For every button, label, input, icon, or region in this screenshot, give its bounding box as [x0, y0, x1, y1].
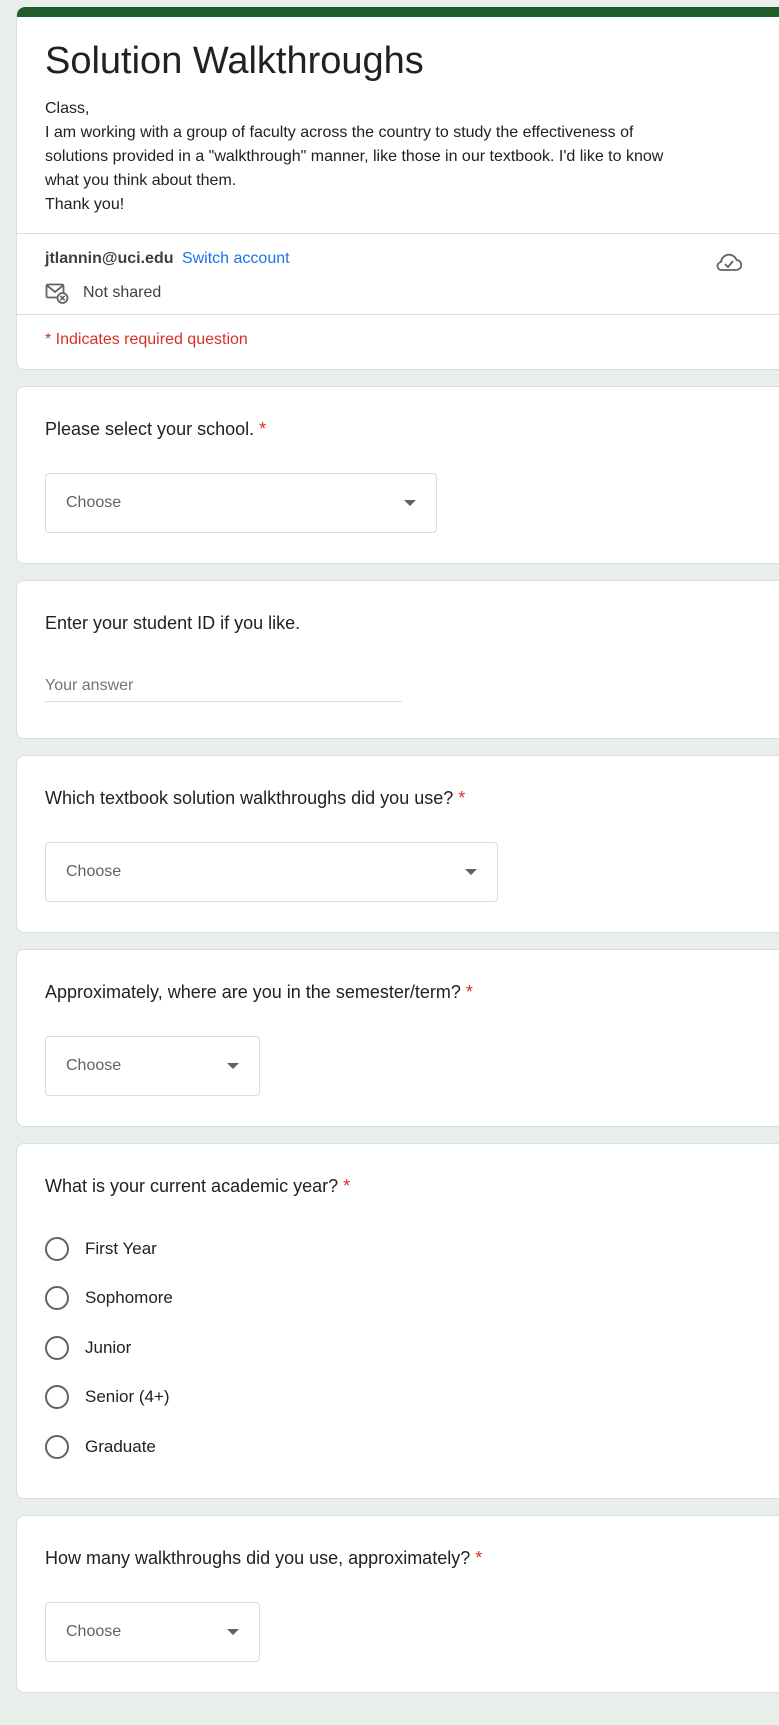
radio-option-junior[interactable]: Junior	[45, 1323, 767, 1373]
academic-year-radio-group: First Year Sophomore Junior Senior (4+) …	[45, 1224, 767, 1472]
required-asterisk: *	[475, 1547, 483, 1568]
question-title: Which textbook solution walkthroughs did…	[45, 786, 767, 810]
radio-label: Graduate	[85, 1436, 156, 1456]
question-title: How many walkthroughs did you use, appro…	[45, 1546, 767, 1570]
switch-account-link[interactable]: Switch account	[182, 250, 290, 267]
semester-dropdown[interactable]: Choose	[45, 1036, 260, 1096]
question-academic-year-card: What is your current academic year? * Fi…	[16, 1143, 779, 1499]
form-description: Class, I am working with a group of facu…	[45, 97, 767, 217]
question-school-card: Please select your school. * Choose	[16, 386, 779, 564]
radio-label: Sophomore	[85, 1288, 173, 1308]
question-text: What is your current academic year?	[45, 1176, 339, 1196]
caret-down-icon	[404, 500, 416, 506]
required-asterisk: *	[465, 982, 473, 1002]
radio-label: Junior	[85, 1337, 132, 1357]
question-walkthroughs-card: Which textbook solution walkthroughs did…	[16, 755, 779, 933]
radio-button-icon[interactable]	[45, 1286, 69, 1311]
radio-option-first-year[interactable]: First Year	[45, 1224, 767, 1274]
description-line: Class,	[45, 100, 90, 117]
dropdown-value: Choose	[66, 863, 122, 880]
description-line: I am working with a group of faculty acr…	[45, 124, 634, 141]
mail-not-shared-icon	[45, 283, 69, 304]
account-section: jtlannin@uci.edu Switch account Not shar…	[17, 233, 779, 314]
required-note: * Indicates required question	[17, 314, 779, 369]
required-asterisk: *	[343, 1176, 351, 1196]
radio-button-icon[interactable]	[45, 1236, 69, 1261]
radio-label: First Year	[85, 1238, 157, 1258]
radio-label: Senior (4+)	[85, 1387, 170, 1407]
shared-status: Not shared	[83, 284, 162, 301]
caret-down-icon	[465, 869, 477, 875]
question-student-id-card: Enter your student ID if you like.	[16, 580, 779, 739]
description-line: solutions provided in a "walkthrough" ma…	[45, 148, 664, 165]
question-title: Please select your school. *	[45, 417, 767, 441]
question-text: Please select your school.	[45, 419, 255, 439]
form-title: Solution Walkthroughs	[45, 40, 424, 82]
required-asterisk: *	[458, 788, 466, 808]
radio-button-icon[interactable]	[45, 1385, 69, 1410]
radio-button-icon[interactable]	[45, 1434, 69, 1459]
walkthroughs-dropdown[interactable]: Choose	[45, 842, 498, 902]
radio-option-graduate[interactable]: Graduate	[45, 1422, 767, 1472]
radio-option-senior[interactable]: Senior (4+)	[45, 1373, 767, 1423]
how-many-dropdown[interactable]: Choose	[45, 1601, 260, 1662]
description-line: what you think about them.	[45, 172, 237, 189]
caret-down-icon	[227, 1063, 239, 1069]
description-line: Thank you!	[45, 196, 125, 213]
form-page: Solution Walkthroughs Class, I am workin…	[0, 0, 779, 1725]
form-header-card: Solution Walkthroughs Class, I am workin…	[16, 7, 779, 370]
student-id-input[interactable]	[45, 673, 402, 702]
question-text: Which textbook solution walkthroughs did…	[45, 788, 454, 808]
question-semester-card: Approximately, where are you in the seme…	[16, 949, 779, 1127]
cloud-saved-icon	[716, 253, 743, 271]
question-title: Enter your student ID if you like.	[45, 613, 301, 633]
dropdown-value: Choose	[66, 494, 122, 511]
question-text: How many walkthroughs did you use, appro…	[45, 1547, 471, 1568]
caret-down-icon	[227, 1628, 239, 1635]
question-title: Approximately, where are you in the seme…	[45, 980, 767, 1004]
radio-option-sophomore[interactable]: Sophomore	[45, 1274, 767, 1324]
required-asterisk: *	[259, 419, 267, 439]
question-text: Approximately, where are you in the seme…	[45, 982, 461, 1002]
question-how-many-card: How many walkthroughs did you use, appro…	[16, 1514, 779, 1693]
school-dropdown[interactable]: Choose	[45, 473, 437, 533]
dropdown-value: Choose	[66, 1622, 122, 1640]
radio-button-icon[interactable]	[45, 1335, 69, 1360]
question-title: What is your current academic year? *	[45, 1174, 767, 1198]
dropdown-value: Choose	[66, 1057, 122, 1074]
header-accent-bar	[17, 7, 779, 17]
account-email: jtlannin@uci.edu	[45, 250, 174, 267]
